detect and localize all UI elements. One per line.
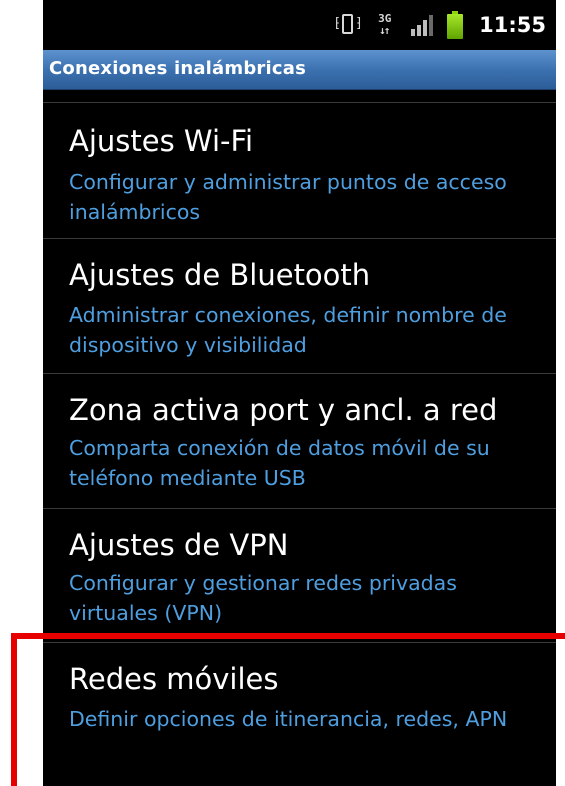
list-item-mobile-networks[interactable]: Redes móviles Definir opciones de itiner… — [43, 644, 556, 774]
title-bar: Conexiones inalámbricas — [43, 50, 556, 90]
list-item-title: Ajustes de VPN — [69, 528, 289, 562]
list-item-summary: Administrar conexiones, definir nombre d… — [69, 303, 507, 357]
list-item-tethering-hotspot[interactable]: Zona activa port y ancl. a red Comparta … — [43, 375, 556, 507]
vibrate-icon: ⁅ ⁆ — [333, 12, 363, 38]
network-type-label: 3G — [378, 12, 392, 25]
list-item-wifi-settings[interactable]: Ajustes Wi-Fi Configurar y administrar p… — [43, 104, 556, 237]
list-item-title: Ajustes de Bluetooth — [69, 258, 371, 292]
list-item-summary: Configurar y gestionar redes privadas vi… — [69, 571, 457, 625]
list-item-summary: Configurar y administrar puntos de acces… — [69, 170, 507, 224]
highlight-frame-left — [11, 633, 17, 786]
page-title: Conexiones inalámbricas — [49, 58, 307, 79]
list-item-title: Ajustes Wi-Fi — [69, 124, 254, 158]
divider — [43, 508, 556, 509]
divider — [43, 373, 556, 374]
status-bar: ⁅ ⁆ 3G ↓↑ 11:55 — [43, 0, 556, 50]
divider — [43, 642, 556, 643]
divider — [43, 238, 556, 239]
list-item-title: Redes móviles — [69, 662, 279, 696]
status-icons: ⁅ ⁆ 3G ↓↑ 11:55 — [333, 8, 546, 42]
signal-icon — [409, 14, 435, 36]
list-item-summary: Definir opciones de itinerancia, redes, … — [69, 707, 508, 731]
list-item-vpn-settings[interactable]: Ajustes de VPN Configurar y gestionar re… — [43, 510, 556, 641]
divider — [43, 102, 556, 103]
battery-icon — [447, 11, 464, 39]
3g-data-icon: 3G ↓↑ — [378, 12, 392, 37]
list-item-summary: Comparta conexión de datos móvil de su t… — [69, 436, 490, 490]
list-item-title: Zona activa port y ancl. a red — [69, 393, 498, 427]
list-item-bluetooth-settings[interactable]: Ajustes de Bluetooth Administrar conexio… — [43, 240, 556, 372]
status-clock: 11:55 — [479, 13, 546, 37]
phone-screen: ⁅ ⁆ 3G ↓↑ 11:55 Conexiones inalámbricas — [43, 0, 556, 786]
